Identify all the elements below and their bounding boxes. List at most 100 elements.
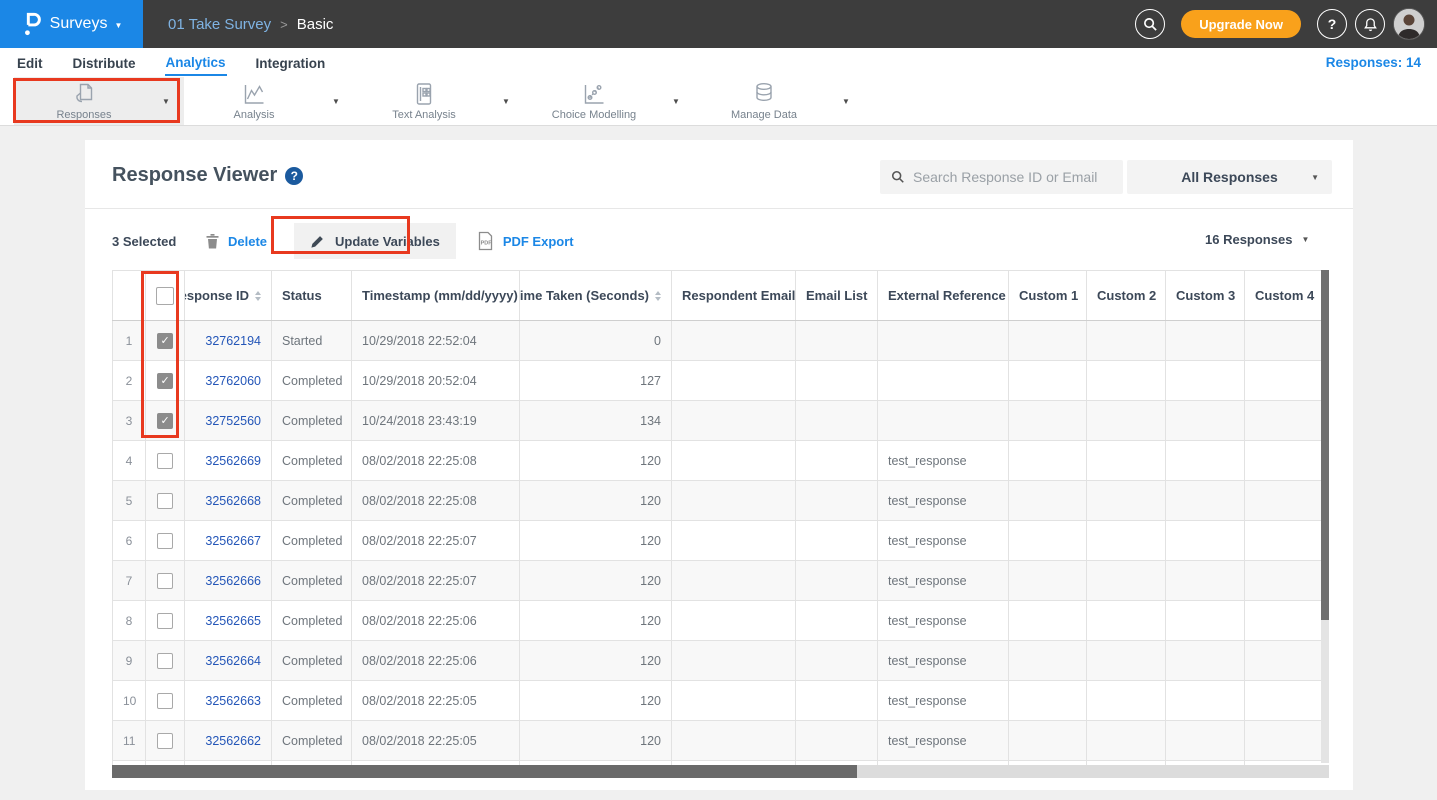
product-switcher[interactable]: Surveys ▼ <box>0 0 143 48</box>
column-header-label: Time Taken (Seconds) <box>520 288 650 303</box>
row-checkbox-cell <box>146 721 185 761</box>
row-checkbox-checked[interactable] <box>157 333 173 349</box>
breadcrumb: 01 Take Survey > Basic <box>168 16 333 33</box>
row-checkbox[interactable] <box>157 653 173 669</box>
tab-analytics[interactable]: Analytics <box>165 50 227 76</box>
search-input[interactable] <box>913 169 1112 185</box>
toolbar-item-responses[interactable]: Responses ▼ <box>14 77 184 125</box>
toolbar-item-manage-data[interactable]: Manage Data ▼ <box>694 77 864 125</box>
custom4-cell <box>1245 641 1322 681</box>
pdf-export-button[interactable]: PDF PDF Export <box>476 231 574 251</box>
response-id-link[interactable]: 32562669 <box>205 454 261 468</box>
tab-edit[interactable]: Edit <box>16 51 44 75</box>
toolbar-label: Manage Data <box>731 109 797 121</box>
sort-icon[interactable] <box>255 291 261 301</box>
toolbar-item-text-analysis[interactable]: Text Analysis ▼ <box>354 77 524 125</box>
row-number: 9 <box>113 641 146 681</box>
toolbar-item-analysis[interactable]: Analysis ▼ <box>184 77 354 125</box>
email-list-cell <box>796 721 878 761</box>
chevron-down-icon[interactable]: ▼ <box>664 97 688 106</box>
response-id-link[interactable]: 32562666 <box>205 574 261 588</box>
time-taken-cell: 120 <box>520 681 672 721</box>
respondent-email-cell <box>672 641 796 681</box>
custom4-cell <box>1245 561 1322 601</box>
response-id-link[interactable]: 32762194 <box>205 334 261 348</box>
timestamp-cell: 08/02/2018 22:25:07 <box>352 561 520 601</box>
custom3-cell <box>1166 401 1245 441</box>
custom2-cell <box>1087 441 1166 481</box>
email-list-cell <box>796 561 878 601</box>
column-header[interactable]: Time Taken (Seconds) <box>520 271 672 321</box>
sort-icon[interactable] <box>655 291 661 301</box>
external-reference-cell: test_response <box>878 441 1009 481</box>
custom4-cell <box>1245 441 1322 481</box>
delete-label: Delete <box>228 234 267 249</box>
vertical-scrollbar-thumb[interactable] <box>1321 270 1329 620</box>
toolbar-item-choice-modelling[interactable]: Choice Modelling ▼ <box>524 77 694 125</box>
horizontal-scrollbar-thumb[interactable] <box>112 765 857 778</box>
chevron-down-icon[interactable]: ▼ <box>324 97 348 106</box>
row-checkbox[interactable] <box>157 613 173 629</box>
response-id-link[interactable]: 32562667 <box>205 534 261 548</box>
select-all-checkbox[interactable] <box>156 287 174 305</box>
row-checkbox-cell <box>146 601 185 641</box>
column-header[interactable]: Timestamp (mm/dd/yyyy) <box>352 271 520 321</box>
column-header: Custom 1 <box>1009 271 1087 321</box>
search-button[interactable] <box>1135 9 1165 39</box>
row-checkbox[interactable] <box>157 493 173 509</box>
response-id-link[interactable]: 32752560 <box>205 414 261 428</box>
response-id-link[interactable]: 32562663 <box>205 694 261 708</box>
breadcrumb-survey-link[interactable]: 01 Take Survey <box>168 16 271 33</box>
tab-integration[interactable]: Integration <box>255 51 327 75</box>
response-id-link[interactable]: 32562662 <box>205 734 261 748</box>
chevron-down-icon[interactable]: ▼ <box>154 97 178 106</box>
response-id-link[interactable]: 32562668 <box>205 494 261 508</box>
row-number: 4 <box>113 441 146 481</box>
row-checkbox[interactable] <box>157 733 173 749</box>
notifications-button[interactable] <box>1355 9 1385 39</box>
response-id-cell: 32762194 <box>185 321 272 361</box>
tab-distribute[interactable]: Distribute <box>72 51 137 75</box>
pdf-icon: PDF <box>476 231 495 251</box>
vertical-scrollbar <box>1321 270 1329 763</box>
timestamp-cell: 08/02/2018 22:25:08 <box>352 441 520 481</box>
column-header[interactable]: Response ID <box>185 271 272 321</box>
row-checkbox-checked[interactable] <box>157 373 173 389</box>
respondent-email-cell <box>672 441 796 481</box>
delete-button[interactable]: Delete <box>205 233 267 249</box>
email-list-cell <box>796 681 878 721</box>
row-checkbox[interactable] <box>157 533 173 549</box>
user-avatar[interactable] <box>1393 8 1425 40</box>
response-id-link[interactable]: 32762060 <box>205 374 261 388</box>
external-reference-cell: test_response <box>878 681 1009 721</box>
chevron-down-icon[interactable]: ▼ <box>494 97 518 106</box>
custom3-cell <box>1166 521 1245 561</box>
help-button[interactable]: ? <box>1317 9 1347 39</box>
row-checkbox[interactable] <box>157 693 173 709</box>
response-viewer-card: Response Viewer ? All Responses ▼ 3 Sele… <box>85 140 1353 790</box>
table-row: 132762194Started10/29/2018 22:52:040 <box>113 321 1322 361</box>
chevron-down-icon[interactable]: ▼ <box>834 97 858 106</box>
responses-per-page-dropdown[interactable]: 16 Responses ▼ <box>1205 232 1309 247</box>
row-checkbox[interactable] <box>157 453 173 469</box>
title-help-icon[interactable]: ? <box>285 167 303 185</box>
upgrade-now-button[interactable]: Upgrade Now <box>1181 10 1301 38</box>
row-number: 6 <box>113 521 146 561</box>
app-root: Surveys ▼ 01 Take Survey > Basic Upgrade… <box>0 0 1437 800</box>
responses-table: Response IDStatusTimestamp (mm/dd/yyyy)T… <box>112 270 1321 765</box>
response-id-link[interactable]: 32562665 <box>205 614 261 628</box>
update-variables-button[interactable]: Update Variables <box>294 223 456 259</box>
status-cell: Completed <box>272 561 352 601</box>
horizontal-scrollbar <box>112 765 1329 778</box>
row-checkbox[interactable] <box>157 573 173 589</box>
timestamp-cell: 10/24/2018 23:43:19 <box>352 401 520 441</box>
response-id-link[interactable]: 32562664 <box>205 654 261 668</box>
status-cell: Completed <box>272 521 352 561</box>
time-taken-cell: 127 <box>520 361 672 401</box>
row-checkbox-checked[interactable] <box>157 413 173 429</box>
external-reference-cell <box>878 361 1009 401</box>
custom3-cell <box>1166 721 1245 761</box>
column-header-label: Custom 3 <box>1176 288 1235 303</box>
response-filter-dropdown[interactable]: All Responses ▼ <box>1127 160 1332 194</box>
timestamp-cell: 10/29/2018 22:52:04 <box>352 321 520 361</box>
